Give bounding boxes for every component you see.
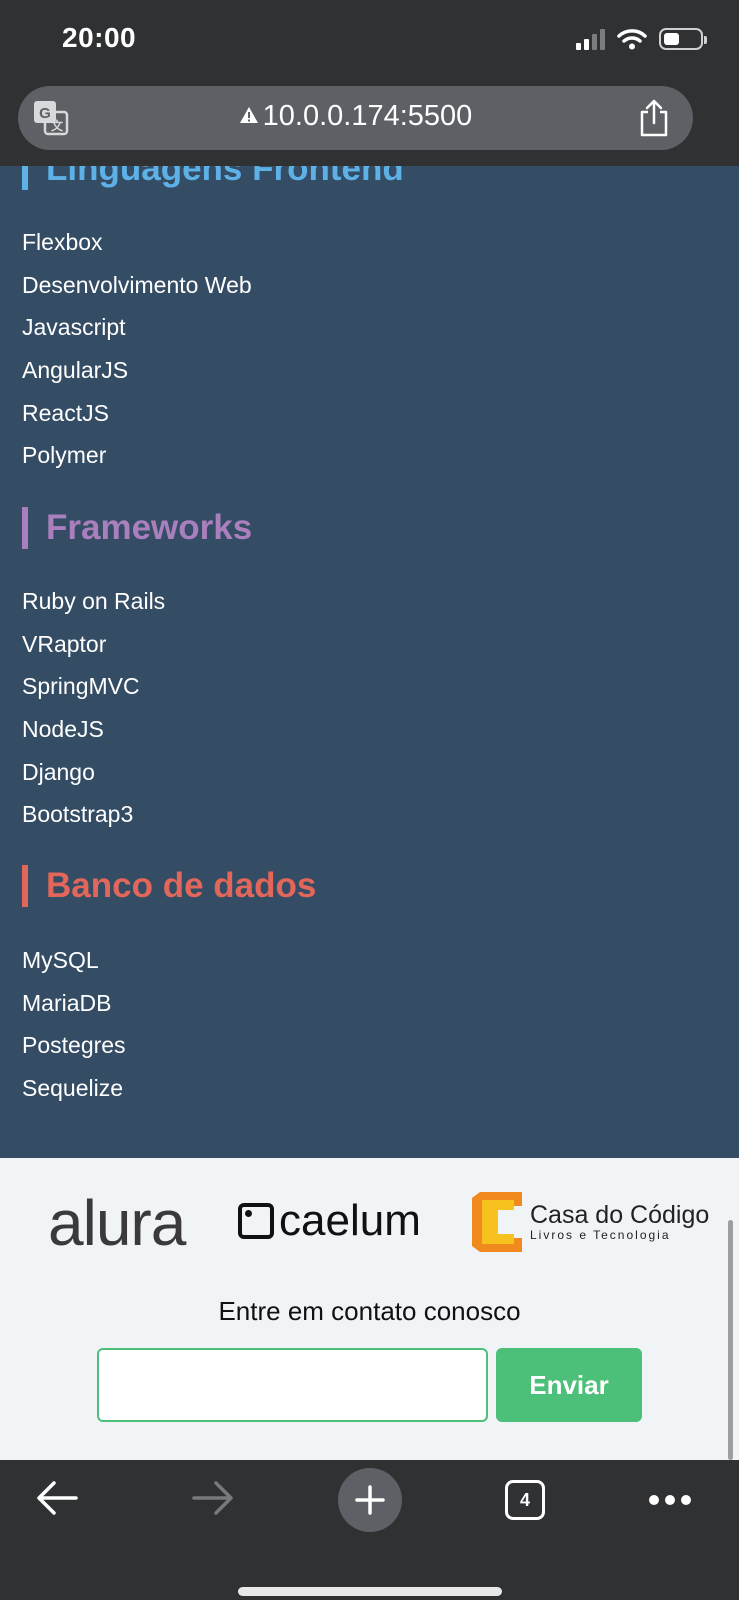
alura-logo: alura xyxy=(48,1187,186,1259)
casa-do-codigo-logo: Casa do Código Livros e Tecnologia xyxy=(472,1192,709,1252)
scrollbar[interactable] xyxy=(728,1220,733,1460)
casa-do-codigo-subtitle: Livros e Tecnologia xyxy=(530,1228,671,1242)
send-button[interactable]: Enviar xyxy=(496,1348,642,1422)
plus-icon xyxy=(355,1485,385,1515)
more-icon[interactable] xyxy=(648,1494,692,1506)
url-text: 10.0.0.174:5500 xyxy=(262,100,473,132)
caelum-logo-text: caelum xyxy=(279,1196,421,1245)
frameworks-list: Ruby on Rails VRaptor SpringMVC NodeJS D… xyxy=(22,580,165,836)
warning-icon xyxy=(239,107,258,123)
section-title-databases: Banco de dados xyxy=(22,865,316,907)
share-icon[interactable] xyxy=(637,98,671,138)
casa-do-codigo-mark-icon xyxy=(472,1192,522,1252)
section-title-frontend: Linguagens Frontend xyxy=(22,166,404,190)
page-content: Linguagens Frontend Flexbox Desenvolvime… xyxy=(0,166,739,1158)
browser-toolbar: 4 xyxy=(0,1460,739,1600)
caelum-mark-icon xyxy=(238,1203,274,1239)
status-icons xyxy=(576,28,707,50)
status-bar: 20:00 xyxy=(0,0,739,80)
list-item: Javascript xyxy=(22,314,126,341)
page-footer: alura caelum Casa do Código Livros e Tec… xyxy=(0,1158,739,1460)
wifi-icon xyxy=(617,29,647,50)
list-item: VRaptor xyxy=(22,630,107,657)
contact-label: Entre em contato conosco xyxy=(218,1296,521,1326)
home-indicator[interactable] xyxy=(238,1587,502,1596)
list-item: Ruby on Rails xyxy=(22,588,166,614)
frontend-list: Flexbox Desenvolvimento Web Javascript A… xyxy=(22,221,252,477)
forward-arrow-icon[interactable] xyxy=(192,1480,234,1516)
databases-list: MySQL MariaDB Postegres Sequelize xyxy=(22,939,126,1110)
contact-email-input[interactable] xyxy=(97,1348,488,1422)
list-item: NodeJS xyxy=(22,716,104,743)
list-item: Desenvolvimento Web xyxy=(22,271,252,298)
signal-icon xyxy=(576,28,605,50)
status-time: 20:00 xyxy=(62,22,137,53)
list-item: Flexbox xyxy=(22,229,103,255)
list-item: Polymer xyxy=(22,442,107,469)
casa-do-codigo-title: Casa do Código xyxy=(530,1201,710,1229)
tabs-icon[interactable]: 4 xyxy=(505,1480,545,1520)
new-tab-button[interactable] xyxy=(338,1468,402,1532)
list-item: Sequelize xyxy=(22,1075,124,1102)
caelum-logo: caelum xyxy=(238,1196,421,1246)
back-arrow-icon[interactable] xyxy=(36,1480,78,1516)
list-item: MariaDB xyxy=(22,989,112,1016)
list-item: ReactJS xyxy=(22,399,109,426)
list-item: Bootstrap3 xyxy=(22,801,134,828)
url-display[interactable]: 10.0.0.174:5500 xyxy=(18,100,693,133)
list-item: AngularJS xyxy=(22,357,129,384)
section-title-frameworks: Frameworks xyxy=(22,507,252,549)
list-item: MySQL xyxy=(22,947,99,973)
list-item: Postegres xyxy=(22,1032,126,1059)
list-item: Django xyxy=(22,758,95,785)
list-item: SpringMVC xyxy=(22,673,140,700)
address-bar[interactable]: G 文 10.0.0.174:5500 xyxy=(18,86,693,150)
battery-icon xyxy=(659,28,707,50)
